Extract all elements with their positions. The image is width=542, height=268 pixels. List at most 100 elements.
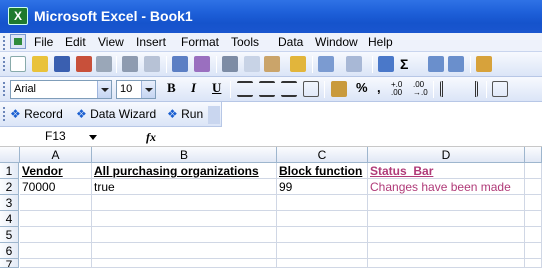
permission-icon[interactable] bbox=[76, 56, 92, 72]
menu-format[interactable]: Format bbox=[181, 35, 219, 49]
align-center-icon[interactable] bbox=[259, 81, 275, 97]
insert-function-icon[interactable]: fx bbox=[146, 130, 156, 145]
row-header[interactable]: 6 bbox=[0, 243, 19, 259]
hyperlink-icon[interactable] bbox=[378, 56, 394, 72]
menubar-grip[interactable] bbox=[3, 36, 6, 50]
autosum-icon[interactable]: Σ bbox=[400, 56, 416, 72]
cell-b1[interactable]: All purchasing organizations bbox=[92, 163, 277, 179]
menu-file[interactable]: File bbox=[34, 35, 53, 49]
spelling-icon[interactable] bbox=[172, 56, 188, 72]
research-icon[interactable] bbox=[194, 56, 210, 72]
increase-indent-icon[interactable] bbox=[462, 81, 478, 97]
menu-view[interactable]: View bbox=[98, 35, 124, 49]
comma-button[interactable]: , bbox=[377, 80, 381, 95]
menu-window[interactable]: Window bbox=[315, 35, 358, 49]
merge-center-icon[interactable] bbox=[303, 81, 319, 97]
decrease-decimal-icon[interactable]: .00 →.0 bbox=[413, 81, 429, 97]
save-icon[interactable] bbox=[54, 56, 70, 72]
cell-d5[interactable] bbox=[368, 227, 525, 243]
row-header[interactable]: 3 bbox=[0, 195, 19, 211]
cell-e3[interactable] bbox=[525, 195, 542, 211]
cell-e6[interactable] bbox=[525, 243, 542, 259]
cell-b4[interactable] bbox=[92, 211, 277, 227]
row-header[interactable]: 5 bbox=[0, 227, 19, 243]
copy-icon[interactable] bbox=[244, 56, 260, 72]
cell-a4[interactable] bbox=[20, 211, 92, 227]
cell-d3[interactable] bbox=[368, 195, 525, 211]
row-header[interactable]: 1 bbox=[0, 163, 19, 179]
toolbar-grip[interactable] bbox=[3, 82, 6, 96]
column-header-b[interactable]: B bbox=[92, 147, 277, 163]
cell-a1[interactable]: Vendor bbox=[20, 163, 92, 179]
cell-e4[interactable] bbox=[525, 211, 542, 227]
cell-d1[interactable]: Status_Bar bbox=[368, 163, 525, 179]
increase-decimal-icon[interactable]: +.0 .00 bbox=[391, 81, 407, 97]
toolbar-options-icon[interactable] bbox=[208, 106, 220, 124]
record-button[interactable]: ❖ Record bbox=[10, 107, 63, 121]
open-icon[interactable] bbox=[32, 56, 48, 72]
cell-b6[interactable] bbox=[92, 243, 277, 259]
cell-b7[interactable] bbox=[92, 259, 277, 268]
cell-a5[interactable] bbox=[20, 227, 92, 243]
cell-a2[interactable]: 70000 bbox=[20, 179, 92, 195]
menu-edit[interactable]: Edit bbox=[65, 35, 86, 49]
cell-c2[interactable]: 99 bbox=[277, 179, 368, 195]
row-header[interactable]: 7 bbox=[0, 259, 19, 268]
name-box[interactable]: F13 bbox=[0, 129, 98, 146]
row-header[interactable]: 2 bbox=[0, 179, 19, 195]
undo-icon[interactable] bbox=[318, 56, 334, 72]
italic-button[interactable]: I bbox=[191, 80, 196, 96]
chevron-down-icon[interactable] bbox=[141, 81, 155, 98]
currency-icon[interactable] bbox=[331, 81, 347, 97]
chart-wizard-icon[interactable] bbox=[476, 56, 492, 72]
menu-help[interactable]: Help bbox=[368, 35, 393, 49]
cell-d7[interactable] bbox=[368, 259, 525, 268]
print-icon[interactable] bbox=[122, 56, 138, 72]
cell-a3[interactable] bbox=[20, 195, 92, 211]
chevron-down-icon[interactable] bbox=[89, 135, 97, 140]
cut-icon[interactable] bbox=[222, 56, 238, 72]
select-all-corner[interactable] bbox=[0, 147, 20, 163]
cell-d4[interactable] bbox=[368, 211, 525, 227]
cell-c5[interactable] bbox=[277, 227, 368, 243]
menu-data[interactable]: Data bbox=[278, 35, 303, 49]
cell-e5[interactable] bbox=[525, 227, 542, 243]
row-header[interactable]: 4 bbox=[0, 211, 19, 227]
run-button[interactable]: ❖ Run bbox=[167, 107, 203, 121]
cell-e1[interactable] bbox=[525, 163, 542, 179]
workbook-icon[interactable] bbox=[10, 34, 26, 49]
column-header-a[interactable]: A bbox=[20, 147, 92, 163]
toolbar-grip[interactable] bbox=[3, 57, 6, 71]
excel-app-icon[interactable] bbox=[8, 7, 28, 25]
bold-button[interactable]: B bbox=[167, 80, 176, 96]
print-preview-icon[interactable] bbox=[144, 56, 160, 72]
cell-a6[interactable] bbox=[20, 243, 92, 259]
menu-insert[interactable]: Insert bbox=[136, 35, 166, 49]
cell-b3[interactable] bbox=[92, 195, 277, 211]
cell-c3[interactable] bbox=[277, 195, 368, 211]
data-wizard-button[interactable]: ❖ Data Wizard bbox=[76, 107, 156, 121]
underline-button[interactable]: U bbox=[212, 80, 221, 96]
borders-icon[interactable] bbox=[492, 81, 508, 97]
paste-icon[interactable] bbox=[264, 56, 280, 72]
cell-a7[interactable] bbox=[20, 259, 92, 268]
cell-d2[interactable]: Changes have been made bbox=[368, 179, 525, 195]
cell-d6[interactable] bbox=[368, 243, 525, 259]
email-icon[interactable] bbox=[96, 56, 112, 72]
column-header-d[interactable]: D bbox=[368, 147, 525, 163]
font-size-select[interactable]: 10 bbox=[116, 80, 156, 99]
new-icon[interactable] bbox=[10, 56, 26, 72]
column-header-c[interactable]: C bbox=[277, 147, 368, 163]
decrease-indent-icon[interactable] bbox=[440, 81, 456, 97]
cell-c1[interactable]: Block function bbox=[277, 163, 368, 179]
cell-b2[interactable]: true bbox=[92, 179, 277, 195]
align-right-icon[interactable] bbox=[281, 81, 297, 97]
cell-e2[interactable] bbox=[525, 179, 542, 195]
sort-descending-icon[interactable] bbox=[448, 56, 464, 72]
menu-tools[interactable]: Tools bbox=[231, 35, 259, 49]
chevron-down-icon[interactable] bbox=[97, 81, 111, 98]
toolbar-grip[interactable] bbox=[3, 107, 6, 121]
column-header-e[interactable] bbox=[525, 147, 542, 163]
formula-input[interactable] bbox=[170, 129, 540, 146]
redo-icon[interactable] bbox=[346, 56, 362, 72]
